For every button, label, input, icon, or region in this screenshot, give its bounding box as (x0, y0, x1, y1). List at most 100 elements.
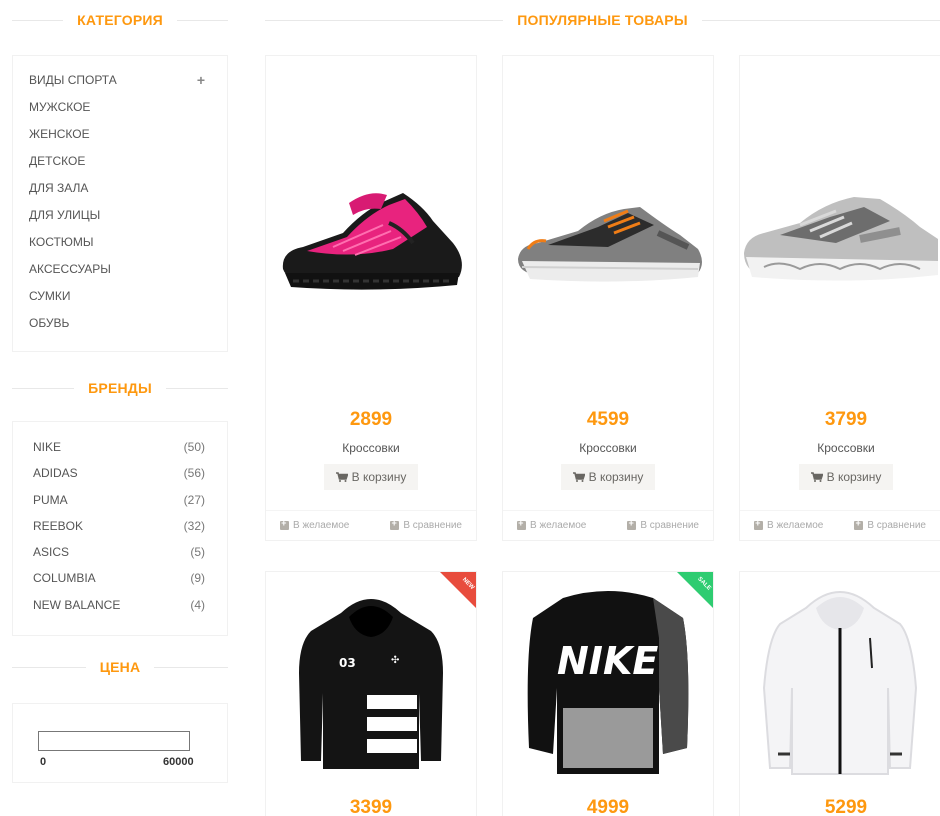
brand-item[interactable]: ADIDAS (56) (33, 464, 205, 490)
wishlist-label: В желаемое (293, 520, 350, 531)
category-item[interactable]: СУМКИ (29, 286, 227, 313)
cart-icon (572, 472, 585, 482)
add-to-compare-link[interactable]: В сравнение (390, 518, 462, 531)
product-card-2: 4599 Кроссовки В корзину В желаемое В ср… (502, 55, 714, 541)
product-footer: В желаемое В сравнение (503, 510, 713, 540)
brands-heading: БРЕНДЫ (12, 378, 229, 398)
add-to-cart-button[interactable]: В корзину (799, 464, 893, 490)
category-label: ЖЕНСКОЕ (29, 127, 90, 141)
product-footer: В желаемое В сравнение (740, 510, 940, 540)
product-image[interactable]: 03 ✣ (266, 578, 476, 778)
brand-count: (32) (183, 518, 205, 533)
price-heading: ЦЕНА (12, 657, 228, 677)
brand-name: PUMA (33, 492, 68, 507)
jacket-white-image (762, 591, 918, 775)
popular-title: ПОПУЛЯРНЫЕ ТОВАРЫ (517, 12, 688, 28)
category-item[interactable]: ДЛЯ ЗАЛА (29, 178, 227, 205)
product-image[interactable] (740, 578, 940, 778)
brands-panel: NIKE (50) ADIDAS (56) PUMA (27) REEBOK (32) ASIC… (12, 421, 228, 636)
add-to-compare-link[interactable]: В сравнение (627, 518, 699, 531)
price-max-label: 60000 (163, 756, 194, 768)
brand-item[interactable]: NEW BALANCE (4) (33, 596, 205, 622)
add-to-compare-link[interactable]: В сравнение (854, 518, 926, 531)
product-name: Кроссовки (342, 441, 400, 455)
product-image[interactable] (740, 56, 940, 396)
svg-text:✣: ✣ (391, 655, 399, 666)
product-price: 5299 (824, 797, 868, 816)
product-card-1: 2899 Кроссовки В корзину В желаемое В ср… (265, 55, 477, 541)
wishlist-label: В желаемое (767, 520, 824, 531)
brand-name: ADIDAS (33, 466, 78, 481)
price-title: ЦЕНА (99, 659, 141, 675)
brand-name: ASICS (33, 545, 70, 560)
brand-count: (56) (183, 466, 205, 481)
category-heading: КАТЕГОРИЯ (12, 10, 229, 30)
product-price: 2899 (349, 409, 393, 430)
brand-item[interactable]: PUMA (27) (33, 491, 205, 517)
svg-text:NIKE: NIKE (557, 639, 658, 683)
product-price: 3399 (349, 797, 393, 816)
brand-count: (50) (183, 440, 205, 454)
product-image[interactable] (503, 56, 713, 396)
category-label: ДЛЯ ЗАЛА (29, 181, 89, 195)
price-min-label: 0 (40, 756, 47, 768)
category-label: ДЛЯ УЛИЦЫ (29, 208, 101, 222)
add-to-wishlist-link[interactable]: В желаемое (754, 518, 824, 531)
brand-item[interactable]: COLUMBIA (9) (33, 569, 205, 595)
category-label: МУЖСКОЕ (29, 100, 91, 114)
category-panel: ВИДЫ СПОРТА + МУЖСКОЕ ЖЕНСКОЕ ДЕТСКОЕ ДЛЯ ЗАЛ… (12, 55, 228, 352)
wishlist-label: В желаемое (530, 520, 587, 531)
brand-list: NIKE (50) ADIDAS (56) PUMA (27) REEBOK (32) ASIC… (13, 422, 227, 622)
category-list: ВИДЫ СПОРТА + МУЖСКОЕ ЖЕНСКОЕ ДЕТСКОЕ ДЛЯ ЗАЛ… (13, 56, 227, 340)
compare-label: В сравнение (403, 520, 462, 531)
add-to-cart-button[interactable]: В корзину (561, 464, 655, 490)
product-image[interactable]: NIKE (503, 578, 713, 778)
brand-name: COLUMBIA (33, 571, 96, 586)
popular-heading: ПОПУЛЯРНЫЕ ТОВАРЫ (265, 10, 940, 30)
product-card-5: SALE NIKE 4999 (502, 571, 714, 816)
plus-square-icon (390, 518, 400, 530)
product-price: 3799 (824, 409, 868, 430)
sneaker-grey-orange-image (518, 207, 702, 282)
add-to-cart-button[interactable]: В корзину (324, 464, 418, 490)
expand-plus-icon[interactable]: + (197, 70, 205, 90)
category-label: ВИДЫ СПОРТА (29, 73, 117, 87)
product-name: Кроссовки (817, 441, 875, 455)
category-item[interactable]: АКСЕССУАРЫ (29, 259, 227, 286)
add-to-cart-label: В корзину (588, 470, 644, 484)
category-item[interactable]: ЖЕНСКОЕ (29, 124, 227, 151)
plus-square-icon (517, 518, 526, 530)
plus-square-icon (280, 518, 289, 530)
brand-count: (5) (190, 545, 205, 560)
product-price: 4599 (586, 409, 630, 430)
price-range-slider[interactable] (38, 731, 190, 751)
category-label: СУМКИ (29, 289, 71, 303)
add-to-wishlist-link[interactable]: В желаемое (517, 518, 587, 531)
product-price: 4999 (586, 797, 630, 816)
brand-name: REEBOK (33, 518, 84, 533)
brand-item[interactable]: NIKE (50) (33, 438, 205, 464)
product-card-6: 5299 (739, 571, 940, 816)
brand-item[interactable]: REEBOK (32) (33, 517, 205, 543)
add-to-wishlist-link[interactable]: В желаемое (280, 518, 350, 531)
category-label: ДЕТСКОЕ (29, 154, 86, 168)
compare-label: В сравнение (640, 520, 699, 531)
sweatshirt-nike-image: NIKE (527, 591, 689, 774)
brands-title: БРЕНДЫ (88, 380, 152, 396)
product-footer: В желаемое В сравнение (266, 510, 476, 540)
category-item[interactable]: ОБУВЬ (29, 313, 227, 340)
category-item[interactable]: ДЛЯ УЛИЦЫ (29, 205, 227, 232)
sneaker-pink-black-image (282, 193, 462, 290)
category-title: КАТЕГОРИЯ (77, 12, 163, 28)
category-item[interactable]: КОСТЮМЫ (29, 232, 227, 259)
category-item[interactable]: ДЕТСКОЕ (29, 151, 227, 178)
category-item[interactable]: МУЖСКОЕ (29, 97, 227, 124)
brand-item[interactable]: ASICS (5) (33, 543, 205, 569)
category-item[interactable]: ВИДЫ СПОРТА + (29, 70, 227, 97)
brand-count: (9) (190, 571, 205, 586)
hoodie-black-image: 03 ✣ (299, 599, 443, 769)
cart-icon (810, 472, 823, 482)
plus-square-icon (854, 518, 864, 530)
product-image[interactable] (266, 56, 476, 396)
brand-name: NEW BALANCE (33, 597, 121, 612)
